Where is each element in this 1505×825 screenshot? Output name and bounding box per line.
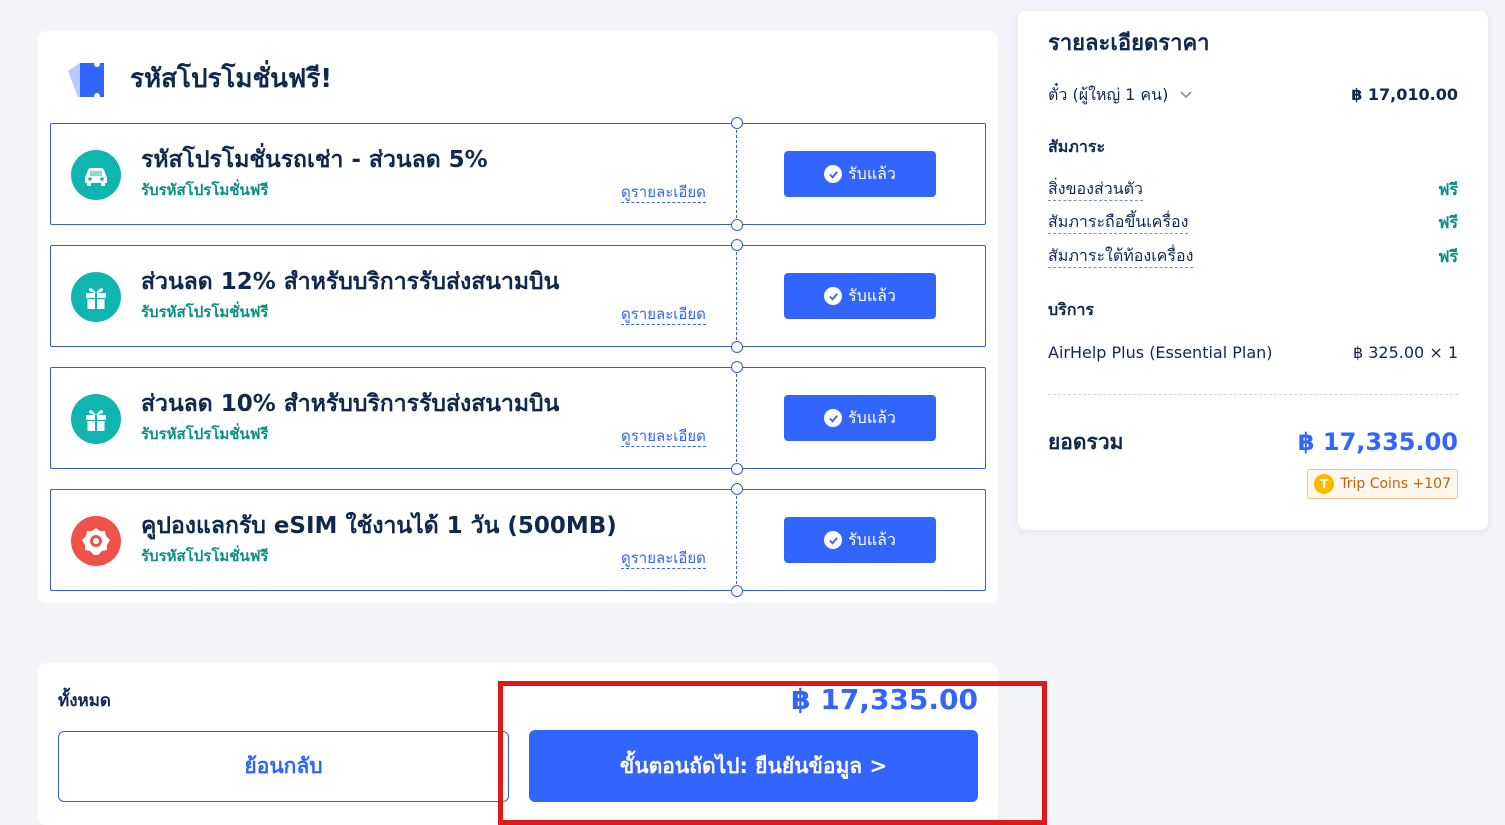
coupon-esim: คูปองแลกรับ eSIM ใช้งานได้ 1 วัน (500MB)…: [50, 483, 986, 597]
ticket-label: ตั๋ว (ผู้ใหญ่ 1 คน): [1048, 85, 1169, 104]
services-heading: บริการ: [1048, 300, 1095, 319]
total-label: ยอดรวม: [1048, 430, 1124, 454]
total-price: ฿ 17,335.00: [1297, 428, 1458, 456]
ticket-price: ฿ 17,010.00: [1351, 85, 1458, 104]
baggage-heading: สัมภาระ: [1048, 137, 1106, 156]
back-button[interactable]: ย้อนกลับ: [58, 731, 509, 802]
baggage-row: สิ่งของส่วนตัว ฟรี: [1048, 178, 1458, 202]
service-label: AirHelp Plus (Essential Plan): [1048, 343, 1273, 362]
chevron-down-icon: [1180, 91, 1192, 99]
coupon-details-link[interactable]: ดูรายละเอียด: [621, 548, 706, 569]
baggage-item-value: ฟรี: [1438, 247, 1458, 266]
gift-icon: [71, 394, 121, 444]
coupon-claimed-label: รับแล้ว: [848, 163, 896, 183]
coupon-subtitle: รับรหัสโปรโมชั่นฟรี: [141, 425, 269, 443]
grand-total-label: ทั้งหมด: [58, 691, 111, 711]
baggage-item-label[interactable]: สัมภาระใต้ท้องเครื่อง: [1048, 245, 1194, 268]
price-details-card: รายละเอียดราคา ตั๋ว (ผู้ใหญ่ 1 คน) ฿ 17,…: [1018, 11, 1488, 530]
coupon-airport-transfer-10: ส่วนลด 10% สำหรับบริการรับส่งสนามบิน รับ…: [50, 361, 986, 475]
check-circle-icon: [824, 287, 843, 305]
coupon-claimed-button[interactable]: รับแล้ว: [784, 151, 936, 197]
next-confirm-button[interactable]: ขั้นตอนถัดไป: ยืนยันข้อมูล >: [529, 730, 978, 802]
ticket-icon: [68, 63, 104, 97]
check-circle-icon: [824, 531, 843, 549]
coupon-subtitle: รับรหัสโปรโมชั่นฟรี: [141, 181, 269, 199]
coupon-car-rental: รหัสโปรโมชั่นรถเช่า - ส่วนลด 5% รับรหัสโ…: [50, 117, 986, 231]
coupon-subtitle: รับรหัสโปรโมชั่นฟรี: [141, 303, 269, 321]
baggage-item-label[interactable]: สัมภาระถือขึ้นเครื่อง: [1048, 211, 1189, 234]
coupon-title: ส่วนลด 12% สำหรับบริการรับส่งสนามบิน: [141, 269, 560, 295]
trip-coins-label: Trip Coins +107: [1340, 476, 1451, 492]
promo-title: รหัสโปรโมชั่นฟรี!: [130, 64, 333, 94]
esim-icon: [71, 516, 121, 566]
coupon-claimed-label: รับแล้ว: [848, 407, 896, 427]
ticket-row: ตั๋ว (ผู้ใหญ่ 1 คน) ฿ 17,010.00: [1048, 83, 1458, 107]
grand-total-price: ฿ 17,335.00: [791, 683, 978, 716]
coupon-airport-transfer-12: ส่วนลด 12% สำหรับบริการรับส่งสนามบิน รับ…: [50, 239, 986, 353]
baggage-item-value: ฟรี: [1438, 180, 1458, 199]
baggage-item-value: ฟรี: [1438, 213, 1458, 232]
coupon-details-link[interactable]: ดูรายละเอียด: [621, 182, 706, 203]
price-details-title: รายละเอียดราคา: [1048, 31, 1210, 56]
baggage-row: สัมภาระถือขึ้นเครื่อง ฟรี: [1048, 211, 1458, 235]
coupon-claimed-label: รับแล้ว: [848, 529, 896, 549]
coupon-details-link[interactable]: ดูรายละเอียด: [621, 304, 706, 325]
coupon-title: ส่วนลด 10% สำหรับบริการรับส่งสนามบิน: [141, 391, 560, 417]
footer-bar: ทั้งหมด ฿ 17,335.00 ย้อนกลับ ขั้นตอนถัดไ…: [38, 663, 998, 825]
coupon-details-link[interactable]: ดูรายละเอียด: [621, 426, 706, 447]
coupon-claimed-label: รับแล้ว: [848, 285, 896, 305]
car-icon: [71, 150, 121, 200]
divider: [1048, 394, 1458, 395]
ticket-toggle[interactable]: ตั๋ว (ผู้ใหญ่ 1 คน): [1048, 83, 1193, 107]
baggage-row: สัมภาระใต้ท้องเครื่อง ฟรี: [1048, 245, 1458, 269]
coupon-subtitle: รับรหัสโปรโมชั่นฟรี: [141, 547, 269, 565]
service-row: AirHelp Plus (Essential Plan) ฿ 325.00 ×…: [1048, 341, 1458, 365]
coupon-title: รหัสโปรโมชั่นรถเช่า - ส่วนลด 5%: [141, 147, 488, 173]
check-circle-icon: [824, 409, 843, 427]
coupon-claimed-button[interactable]: รับแล้ว: [784, 395, 936, 441]
trip-coins-badge: T Trip Coins +107: [1307, 469, 1458, 499]
gift-icon: [71, 272, 121, 322]
service-value: ฿ 325.00 × 1: [1352, 343, 1458, 362]
check-circle-icon: [824, 165, 843, 183]
coupon-claimed-button[interactable]: รับแล้ว: [784, 517, 936, 563]
coin-icon: T: [1314, 474, 1335, 494]
baggage-item-label[interactable]: สิ่งของส่วนตัว: [1048, 178, 1143, 201]
coupon-title: คูปองแลกรับ eSIM ใช้งานได้ 1 วัน (500MB): [141, 513, 617, 539]
promo-codes-card: รหัสโปรโมชั่นฟรี! รหัสโปรโมชั่นรถเช่า - …: [38, 31, 998, 603]
coupon-claimed-button[interactable]: รับแล้ว: [784, 273, 936, 319]
